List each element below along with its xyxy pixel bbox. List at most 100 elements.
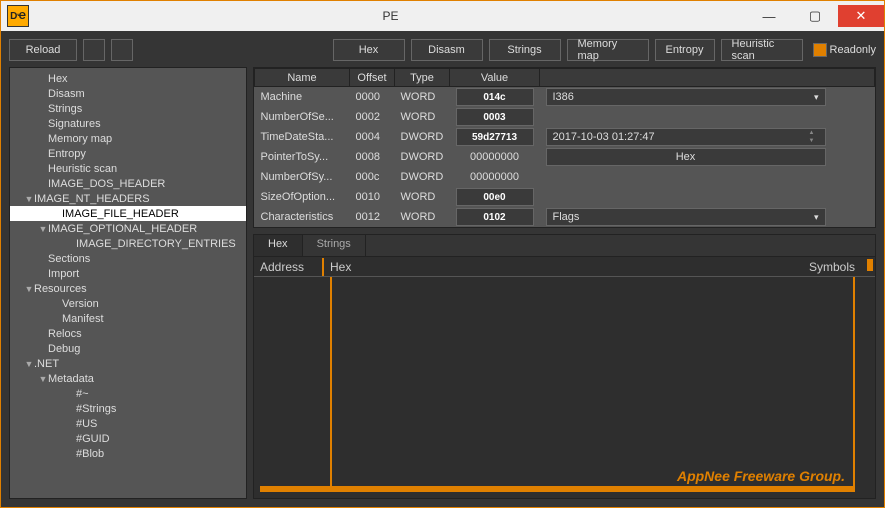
tree-item[interactable]: IMAGE_FILE_HEADER	[10, 206, 246, 221]
memmap-button[interactable]: Memory map	[567, 39, 649, 61]
tree-item[interactable]: #Strings	[10, 401, 246, 416]
tab-strings[interactable]: Strings	[303, 235, 366, 256]
header-table: Name Offset Type Value Machine0000WORD01…	[253, 67, 876, 228]
tree-item[interactable]: Heuristic scan	[10, 161, 246, 176]
tree-item-label: IMAGE_FILE_HEADER	[62, 208, 179, 220]
tree-item[interactable]: Import	[10, 266, 246, 281]
nav-back-button[interactable]	[83, 39, 105, 61]
tree-item-label: Version	[62, 298, 99, 310]
tree-item[interactable]: Strings	[10, 101, 246, 116]
tree-item[interactable]: Debug	[10, 341, 246, 356]
tree-item-label: Resources	[34, 283, 87, 295]
tree-item-label: Relocs	[48, 328, 82, 340]
tree-item-label: Memory map	[48, 133, 112, 145]
tree-item-label: Disasm	[48, 88, 85, 100]
dropdown[interactable]: I386	[546, 88, 826, 106]
tree-item[interactable]: Version	[10, 296, 246, 311]
tree-item[interactable]: Disasm	[10, 86, 246, 101]
date-spinner[interactable]: 2017-10-03 01:27:47▲▼	[546, 128, 826, 146]
hex-tabs: Hex Strings	[254, 235, 875, 257]
content-area: Reload Hex Disasm Strings Memory map Ent…	[1, 31, 884, 507]
col-name[interactable]: Name	[255, 69, 350, 87]
tree-view[interactable]: Hex Disasm Strings Signatures Memory map Entr…	[9, 67, 247, 499]
main-row: Hex Disasm Strings Signatures Memory map Entr…	[9, 67, 876, 499]
tree-item[interactable]: Memory map	[10, 131, 246, 146]
tree-item[interactable]: ▼Resources	[10, 281, 246, 296]
tree-item-label: Heuristic scan	[48, 163, 117, 175]
reload-button[interactable]: Reload	[9, 39, 77, 61]
nav-fwd-button[interactable]	[111, 39, 133, 61]
tree-item[interactable]: #US	[10, 416, 246, 431]
heuristic-button[interactable]: Heuristic scan	[721, 39, 803, 61]
tree-item-label: Strings	[48, 103, 82, 115]
tree-item-label: IMAGE_DOS_HEADER	[48, 178, 165, 190]
value-text: 00000000	[456, 151, 534, 163]
tab-hex[interactable]: Hex	[254, 235, 303, 256]
value-button[interactable]: 59d27713	[456, 128, 534, 146]
hex-view[interactable]: Address Hex Symbols AppNee Freeware Grou…	[254, 257, 875, 498]
tree-item[interactable]: ▼IMAGE_OPTIONAL_HEADER	[10, 221, 246, 236]
close-button[interactable]: ✕	[838, 5, 884, 27]
watermark: AppNee Freeware Group.	[677, 468, 845, 484]
hex-col-symbols: Symbols	[803, 258, 875, 276]
tree-item-label: Entropy	[48, 148, 86, 160]
hex-pane: Hex Strings Address Hex Symbols	[253, 234, 876, 499]
tree-item[interactable]: Relocs	[10, 326, 246, 341]
tree-item-label: #US	[76, 418, 97, 430]
tree-item-label: Signatures	[48, 118, 101, 130]
table-row[interactable]: TimeDateSta...0004DWORD59d277132017-10-0…	[255, 127, 875, 147]
col-offset[interactable]: Offset	[350, 69, 395, 87]
table-row[interactable]: SizeOfOption...0010WORD00e0	[255, 187, 875, 207]
divider	[330, 277, 332, 492]
tree-item[interactable]: IMAGE_DOS_HEADER	[10, 176, 246, 191]
hex-button[interactable]: Hex	[333, 39, 405, 61]
table-row[interactable]: PointerToSy...0008DWORD00000000Hex	[255, 147, 875, 167]
tree-item[interactable]: Signatures	[10, 116, 246, 131]
app-icon: DҼ	[7, 5, 29, 27]
entropy-button[interactable]: Entropy	[655, 39, 715, 61]
tree-item-label: Debug	[48, 343, 80, 355]
tree-item[interactable]: IMAGE_DIRECTORY_ENTRIES	[10, 236, 246, 251]
hex-col-hex: Hex	[324, 258, 357, 276]
col-type[interactable]: Type	[395, 69, 450, 87]
tree-item-label: #~	[76, 388, 89, 400]
table-row[interactable]: NumberOfSe...0002WORD0003	[255, 107, 875, 127]
tree-item-label: IMAGE_DIRECTORY_ENTRIES	[76, 238, 236, 250]
strings-button[interactable]: Strings	[489, 39, 561, 61]
tree-item[interactable]: ▼IMAGE_NT_HEADERS	[10, 191, 246, 206]
hex-col-address: Address	[254, 258, 324, 276]
tree-item[interactable]: ▼.NET	[10, 356, 246, 371]
table-row[interactable]: Machine0000WORD014cI386	[255, 87, 875, 108]
minimize-button[interactable]: —	[746, 5, 792, 27]
disasm-button[interactable]: Disasm	[411, 39, 483, 61]
readonly-toggle[interactable]: Readonly	[813, 43, 876, 57]
hscroll-thumb[interactable]	[260, 486, 853, 492]
window-title: PE	[35, 9, 746, 23]
tree-item[interactable]: #~	[10, 386, 246, 401]
tree-item-label: Import	[48, 268, 79, 280]
readonly-label: Readonly	[830, 44, 876, 56]
tree-item[interactable]: Manifest	[10, 311, 246, 326]
tree-item-label: #Strings	[76, 403, 116, 415]
value-button[interactable]: 00e0	[456, 188, 534, 206]
table-row[interactable]: NumberOfSy...000cDWORD00000000	[255, 167, 875, 187]
tree-item-label: Metadata	[48, 373, 94, 385]
value-button[interactable]: 014c	[456, 88, 534, 106]
tree-item[interactable]: Sections	[10, 251, 246, 266]
maximize-button[interactable]: ▢	[792, 5, 838, 27]
tree-item[interactable]: ▼Metadata	[10, 371, 246, 386]
tree-item[interactable]: #GUID	[10, 431, 246, 446]
hex-link-button[interactable]: Hex	[546, 148, 826, 166]
tree-item[interactable]: #Blob	[10, 446, 246, 461]
divider	[853, 277, 855, 492]
value-button[interactable]: 0102	[456, 208, 534, 226]
tree-item-label: #Blob	[76, 448, 104, 460]
vscroll-thumb[interactable]	[867, 259, 873, 271]
col-value[interactable]: Value	[450, 69, 540, 87]
dropdown[interactable]: Flags	[546, 208, 826, 226]
table-row[interactable]: Characteristics0012WORD0102Flags	[255, 207, 875, 227]
tree-item[interactable]: Hex	[10, 71, 246, 86]
tree-item-label: Manifest	[62, 313, 104, 325]
value-button[interactable]: 0003	[456, 108, 534, 126]
tree-item[interactable]: Entropy	[10, 146, 246, 161]
